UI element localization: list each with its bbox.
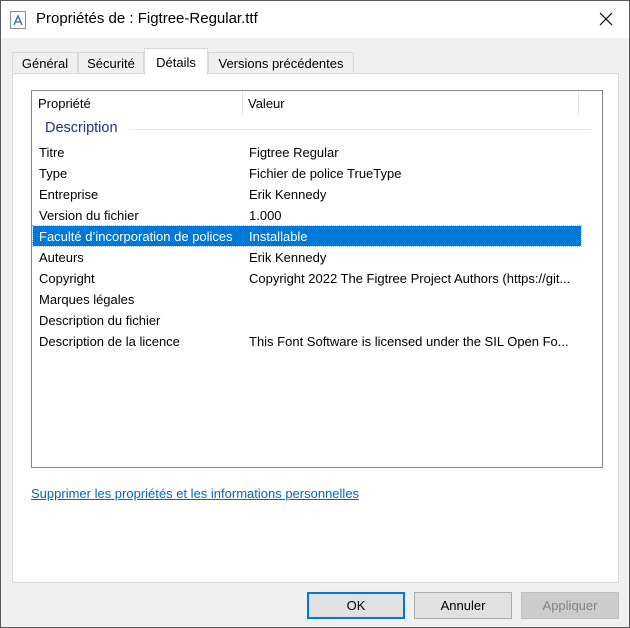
- close-icon: [599, 12, 613, 26]
- group-divider: [130, 129, 591, 130]
- property-name: Marques légales: [39, 292, 135, 307]
- list-header: Propriété Valeur: [32, 91, 602, 116]
- close-button[interactable]: [583, 1, 629, 37]
- property-name: Copyright: [39, 271, 95, 286]
- property-value: Erik Kennedy: [249, 187, 327, 202]
- property-value: This Font Software is licensed under the…: [249, 334, 569, 349]
- ok-button[interactable]: OK: [307, 592, 405, 619]
- cancel-button[interactable]: Annuler: [414, 592, 512, 619]
- tab-strip: Général Sécurité Détails Versions précéd…: [12, 48, 612, 75]
- list-row[interactable]: Entreprise Erik Kennedy: [33, 184, 581, 204]
- property-value: Installable: [249, 229, 308, 244]
- list-row[interactable]: Titre Figtree Regular: [33, 142, 581, 162]
- property-name: Version du fichier: [39, 208, 139, 223]
- list-row-selected[interactable]: Faculté d’incorporation de polices Insta…: [32, 225, 582, 247]
- title-bar[interactable]: Propriétés de : Figtree-Regular.ttf: [1, 1, 629, 38]
- properties-list[interactable]: Propriété Valeur Description Titre Figtr…: [31, 90, 603, 468]
- column-divider[interactable]: [242, 91, 243, 115]
- property-name: Type: [39, 166, 68, 181]
- window-title: Propriétés de : Figtree-Regular.ttf: [36, 10, 258, 27]
- tab-previous-versions[interactable]: Versions précédentes: [208, 52, 354, 74]
- remove-properties-link[interactable]: Supprimer les propriétés et les informat…: [31, 486, 359, 501]
- property-name: Description de la licence: [39, 334, 180, 349]
- column-header-value[interactable]: Valeur: [248, 96, 285, 111]
- group-header-description[interactable]: Description: [45, 120, 118, 136]
- property-value: Figtree Regular: [249, 145, 339, 160]
- list-row[interactable]: Description du fichier: [33, 310, 581, 330]
- tab-security[interactable]: Sécurité: [78, 52, 144, 74]
- list-row[interactable]: Description de la licence This Font Soft…: [33, 331, 581, 351]
- property-name: Description du fichier: [39, 313, 161, 328]
- list-row[interactable]: Version du fichier 1.000: [33, 205, 581, 225]
- details-panel: Propriété Valeur Description Titre Figtr…: [12, 73, 619, 583]
- column-divider[interactable]: [578, 91, 579, 115]
- apply-button[interactable]: Appliquer: [521, 592, 619, 619]
- list-row[interactable]: Marques légales: [33, 289, 581, 309]
- list-row[interactable]: Copyright Copyright 2022 The Figtree Pro…: [33, 268, 581, 288]
- property-value: 1.000: [249, 208, 282, 223]
- property-value: Fichier de police TrueType: [249, 166, 402, 181]
- property-name: Titre: [39, 145, 65, 160]
- property-name: Entreprise: [39, 187, 99, 202]
- property-value: Erik Kennedy: [249, 250, 327, 265]
- font-file-icon: [10, 11, 26, 29]
- tab-general[interactable]: Général: [12, 52, 78, 74]
- property-value: Copyright 2022 The Figtree Project Autho…: [249, 271, 571, 286]
- list-row[interactable]: Type Fichier de police TrueType: [33, 163, 581, 183]
- list-row[interactable]: Auteurs Erik Kennedy: [33, 247, 581, 267]
- properties-dialog: Propriétés de : Figtree-Regular.ttf Géné…: [0, 0, 630, 628]
- property-name: Faculté d’incorporation de polices: [39, 229, 233, 244]
- tab-details[interactable]: Détails: [144, 48, 208, 75]
- column-header-property[interactable]: Propriété: [38, 96, 91, 111]
- property-name: Auteurs: [39, 250, 84, 265]
